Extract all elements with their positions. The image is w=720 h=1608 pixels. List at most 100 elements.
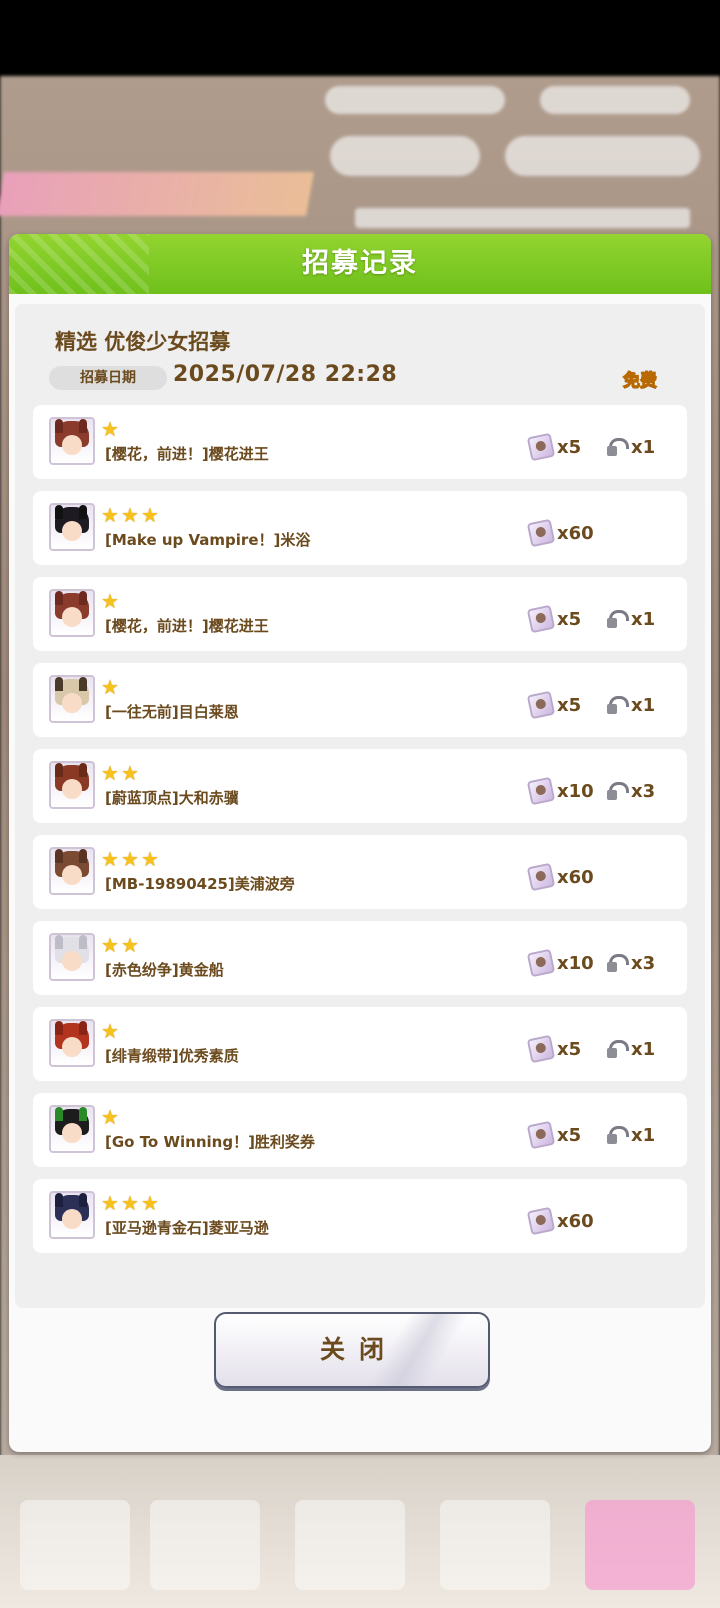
- shoe-reward: x1: [605, 693, 655, 717]
- star-icon: ★: [121, 761, 139, 785]
- piece-count: x60: [557, 1210, 594, 1232]
- list-item[interactable]: ★ [樱花，前进！]樱花进王 x5 x1: [33, 577, 687, 651]
- bg-button: [330, 136, 480, 176]
- shoe-count: x1: [631, 1124, 656, 1146]
- card-name: [亚马逊青金石]菱亚马逊: [105, 1219, 269, 1237]
- piece-reward: x5: [526, 432, 581, 462]
- card-name: [樱花，前进！]樱花进王: [105, 445, 269, 463]
- list-item[interactable]: ★ ★ ★ [Make up Vampire！]米浴 x60: [33, 491, 687, 565]
- avatar-ear: [79, 935, 87, 949]
- avatar-face: [62, 521, 82, 541]
- rarity-stars: ★: [101, 419, 121, 439]
- list-item[interactable]: ★ [樱花，前进！]樱花进王 x5 x1: [33, 405, 687, 479]
- character-avatar: [49, 675, 95, 723]
- piece-count: x5: [557, 1038, 582, 1060]
- avatar-ear: [79, 1021, 87, 1035]
- close-button-label: 关闭: [319, 1335, 398, 1364]
- avatar-ear: [55, 591, 63, 605]
- date-value: 2025/07/28 22:28: [173, 362, 398, 387]
- character-piece-icon: [526, 862, 556, 892]
- list-item[interactable]: ★ ★ ★ [MB-19890425]美浦波旁 x60: [33, 835, 687, 909]
- avatar-face: [62, 779, 82, 799]
- avatar-ear: [55, 1107, 63, 1121]
- character-piece-icon: [526, 948, 556, 978]
- rarity-stars: ★ ★: [101, 763, 141, 783]
- character-piece-icon: [526, 1206, 556, 1236]
- bg-menu-tile: [20, 1500, 130, 1590]
- bg-menu-tile: [150, 1500, 260, 1590]
- list-item[interactable]: ★ [Go To Winning！]胜利奖券 x5 x1: [33, 1093, 687, 1167]
- bg-button: [505, 136, 700, 176]
- horseshoe-icon: [605, 952, 629, 974]
- avatar-ear: [79, 849, 87, 863]
- shoe-reward: x1: [605, 1123, 655, 1147]
- card-name: [赤色纷争]黄金船: [105, 961, 224, 979]
- card-name: [MB-19890425]美浦波旁: [105, 875, 295, 893]
- list-item[interactable]: ★ ★ [赤色纷争]黄金船 x10 x3: [33, 921, 687, 995]
- star-icon: ★: [121, 503, 139, 527]
- avatar-ear: [79, 763, 87, 777]
- avatar-ear: [79, 505, 87, 519]
- shoe-count: x1: [631, 694, 656, 716]
- list-item[interactable]: ★ [绯青缎带]优秀素质 x5 x1: [33, 1007, 687, 1081]
- card-name: [樱花，前进！]樱花进王: [105, 617, 269, 635]
- avatar-ear: [79, 677, 87, 691]
- avatar-ear: [55, 677, 63, 691]
- star-icon: ★: [101, 417, 119, 441]
- character-piece-icon: [526, 1120, 556, 1150]
- bg-currency-pill: [325, 86, 505, 114]
- piece-count: x60: [557, 522, 594, 544]
- bg-menu-tile: [585, 1500, 695, 1590]
- rarity-stars: ★ ★ ★: [101, 849, 161, 869]
- close-button[interactable]: 关闭: [214, 1312, 490, 1388]
- character-avatar: [49, 761, 95, 809]
- list-item[interactable]: ★ [一往无前]目白莱恩 x5 x1: [33, 663, 687, 737]
- star-icon: ★: [141, 503, 159, 527]
- shoe-count: x1: [631, 436, 656, 458]
- shoe-reward: x1: [605, 607, 655, 631]
- rarity-stars: ★ ★ ★: [101, 505, 161, 525]
- date-label: 招募日期: [49, 366, 167, 390]
- piece-reward: x60: [526, 1206, 594, 1236]
- star-icon: ★: [101, 1105, 119, 1129]
- piece-reward: x60: [526, 518, 594, 548]
- piece-reward: x5: [526, 1120, 581, 1150]
- horseshoe-icon: [605, 694, 629, 716]
- character-avatar: [49, 417, 95, 465]
- list-item[interactable]: ★ ★ [蔚蓝顶点]大和赤骥 x10 x3: [33, 749, 687, 823]
- piece-reward: x10: [526, 948, 594, 978]
- horseshoe-icon: [605, 436, 629, 458]
- star-icon: ★: [141, 1191, 159, 1215]
- horseshoe-icon: [605, 608, 629, 630]
- character-piece-icon: [526, 604, 556, 634]
- star-icon: ★: [121, 847, 139, 871]
- piece-reward: x5: [526, 1034, 582, 1064]
- avatar-face: [62, 951, 82, 971]
- piece-count: x10: [557, 780, 594, 802]
- character-avatar: [49, 933, 95, 981]
- star-icon: ★: [101, 761, 119, 785]
- banner-name: 精选 优俊少女招募: [55, 330, 231, 354]
- card-name: [Make up Vampire！]米浴: [105, 531, 311, 549]
- rarity-stars: ★: [101, 1021, 121, 1041]
- avatar-face: [62, 435, 82, 455]
- rarity-stars: ★: [101, 677, 121, 697]
- card-name: [蔚蓝顶点]大和赤骥: [105, 789, 239, 807]
- avatar-ear: [55, 505, 63, 519]
- star-icon: ★: [101, 1019, 119, 1043]
- avatar-ear: [79, 419, 87, 433]
- status-bar: [0, 0, 720, 76]
- bg-bar: [355, 208, 690, 228]
- avatar-ear: [79, 591, 87, 605]
- star-icon: ★: [101, 503, 119, 527]
- star-icon: ★: [101, 675, 119, 699]
- shoe-count: x3: [631, 952, 656, 974]
- list-item[interactable]: ★ ★ ★ [亚马逊青金石]菱亚马逊 x60: [33, 1179, 687, 1253]
- avatar-face: [62, 1123, 82, 1143]
- bg-title-stripe: [0, 172, 314, 216]
- dialog-title: 招募记录: [302, 248, 418, 279]
- recruit-history-dialog: 招募记录 精选 优俊少女招募 招募日期 2025/07/28 22:28 免费 …: [9, 234, 711, 1452]
- star-icon: ★: [121, 933, 139, 957]
- avatar-face: [62, 1037, 82, 1057]
- star-icon: ★: [101, 1191, 119, 1215]
